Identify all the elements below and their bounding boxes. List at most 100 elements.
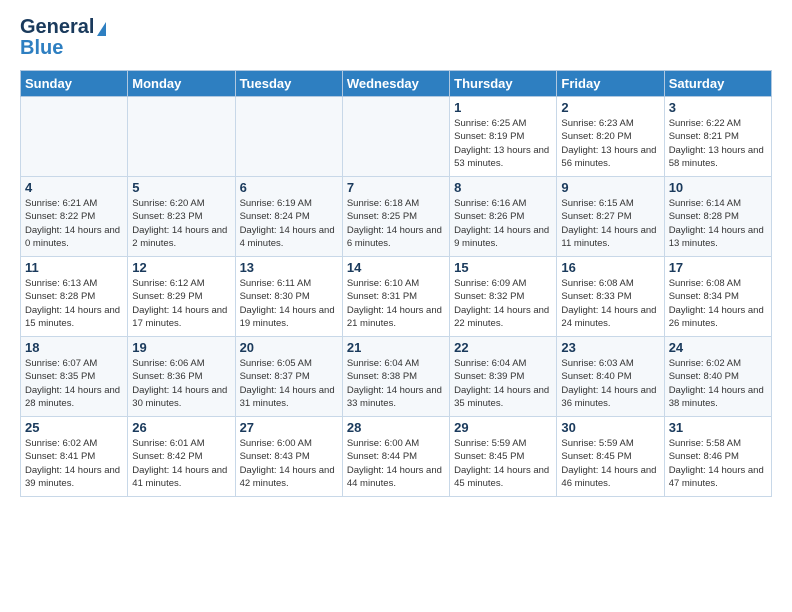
day-info: Sunrise: 6:01 AMSunset: 8:42 PMDaylight:… xyxy=(132,437,230,490)
calendar-cell: 24 Sunrise: 6:02 AMSunset: 8:40 PMDayligh… xyxy=(664,337,771,417)
calendar: SundayMondayTuesdayWednesdayThursdayFrid… xyxy=(20,70,772,497)
day-number: 2 xyxy=(561,100,659,115)
day-number: 9 xyxy=(561,180,659,195)
day-number: 20 xyxy=(240,340,338,355)
calendar-cell: 9 Sunrise: 6:15 AMSunset: 8:27 PMDaylight… xyxy=(557,177,664,257)
day-number: 22 xyxy=(454,340,552,355)
calendar-cell: 15 Sunrise: 6:09 AMSunset: 8:32 PMDayligh… xyxy=(450,257,557,337)
day-number: 26 xyxy=(132,420,230,435)
day-info: Sunrise: 6:08 AMSunset: 8:34 PMDaylight:… xyxy=(669,277,767,330)
calendar-cell: 5 Sunrise: 6:20 AMSunset: 8:23 PMDaylight… xyxy=(128,177,235,257)
day-info: Sunrise: 6:21 AMSunset: 8:22 PMDaylight:… xyxy=(25,197,123,250)
day-info: Sunrise: 6:11 AMSunset: 8:30 PMDaylight:… xyxy=(240,277,338,330)
day-number: 5 xyxy=(132,180,230,195)
calendar-week-3: 11 Sunrise: 6:13 AMSunset: 8:28 PMDayligh… xyxy=(21,257,772,337)
calendar-cell: 1 Sunrise: 6:25 AMSunset: 8:19 PMDaylight… xyxy=(450,97,557,177)
day-info: Sunrise: 6:05 AMSunset: 8:37 PMDaylight:… xyxy=(240,357,338,410)
calendar-cell: 30 Sunrise: 5:59 AMSunset: 8:45 PMDayligh… xyxy=(557,417,664,497)
day-number: 7 xyxy=(347,180,445,195)
calendar-cell: 4 Sunrise: 6:21 AMSunset: 8:22 PMDaylight… xyxy=(21,177,128,257)
calendar-cell: 27Sunrise: 6:00 AMSunset: 8:43 PMDayligh… xyxy=(235,417,342,497)
day-info: Sunrise: 6:02 AMSunset: 8:40 PMDaylight:… xyxy=(669,357,767,410)
calendar-cell: 7 Sunrise: 6:18 AMSunset: 8:25 PMDaylight… xyxy=(342,177,449,257)
day-info: Sunrise: 6:04 AMSunset: 8:38 PMDaylight:… xyxy=(347,357,445,410)
calendar-cell: 3Sunrise: 6:22 AMSunset: 8:21 PMDaylight… xyxy=(664,97,771,177)
day-info: Sunrise: 6:14 AMSunset: 8:28 PMDaylight:… xyxy=(669,197,767,250)
day-number: 11 xyxy=(25,260,123,275)
calendar-cell: 31Sunrise: 5:58 AMSunset: 8:46 PMDayligh… xyxy=(664,417,771,497)
day-info: Sunrise: 6:18 AMSunset: 8:25 PMDaylight:… xyxy=(347,197,445,250)
calendar-cell xyxy=(342,97,449,177)
day-number: 13 xyxy=(240,260,338,275)
calendar-cell: 25Sunrise: 6:02 AMSunset: 8:41 PMDayligh… xyxy=(21,417,128,497)
calendar-cell: 16 Sunrise: 6:08 AMSunset: 8:33 PMDayligh… xyxy=(557,257,664,337)
day-info: Sunrise: 6:23 AMSunset: 8:20 PMDaylight:… xyxy=(561,117,659,170)
calendar-header-row: SundayMondayTuesdayWednesdayThursdayFrid… xyxy=(21,71,772,97)
day-info: Sunrise: 6:10 AMSunset: 8:31 PMDaylight:… xyxy=(347,277,445,330)
weekday-header-wednesday: Wednesday xyxy=(342,71,449,97)
day-info: Sunrise: 6:25 AMSunset: 8:19 PMDaylight:… xyxy=(454,117,552,170)
day-info: Sunrise: 6:04 AMSunset: 8:39 PMDaylight:… xyxy=(454,357,552,410)
day-number: 4 xyxy=(25,180,123,195)
calendar-cell xyxy=(235,97,342,177)
day-info: Sunrise: 6:13 AMSunset: 8:28 PMDaylight:… xyxy=(25,277,123,330)
logo-text: General xyxy=(20,16,106,39)
day-info: Sunrise: 6:03 AMSunset: 8:40 PMDaylight:… xyxy=(561,357,659,410)
header: General Blue xyxy=(20,16,772,60)
day-number: 19 xyxy=(132,340,230,355)
calendar-cell: 13 Sunrise: 6:11 AMSunset: 8:30 PMDayligh… xyxy=(235,257,342,337)
calendar-week-4: 18Sunrise: 6:07 AMSunset: 8:35 PMDayligh… xyxy=(21,337,772,417)
day-number: 21 xyxy=(347,340,445,355)
day-info: Sunrise: 5:59 AMSunset: 8:45 PMDaylight:… xyxy=(454,437,552,490)
day-number: 27 xyxy=(240,420,338,435)
weekday-header-sunday: Sunday xyxy=(21,71,128,97)
logo-blue: Blue xyxy=(20,37,63,60)
day-info: Sunrise: 6:00 AMSunset: 8:44 PMDaylight:… xyxy=(347,437,445,490)
day-number: 30 xyxy=(561,420,659,435)
calendar-week-1: 1 Sunrise: 6:25 AMSunset: 8:19 PMDaylight… xyxy=(21,97,772,177)
day-number: 8 xyxy=(454,180,552,195)
day-number: 29 xyxy=(454,420,552,435)
day-info: Sunrise: 6:12 AMSunset: 8:29 PMDaylight:… xyxy=(132,277,230,330)
weekday-header-monday: Monday xyxy=(128,71,235,97)
logo-triangle-icon xyxy=(97,22,106,36)
day-number: 15 xyxy=(454,260,552,275)
day-number: 6 xyxy=(240,180,338,195)
day-info: Sunrise: 6:15 AMSunset: 8:27 PMDaylight:… xyxy=(561,197,659,250)
day-info: Sunrise: 5:59 AMSunset: 8:45 PMDaylight:… xyxy=(561,437,659,490)
day-info: Sunrise: 6:08 AMSunset: 8:33 PMDaylight:… xyxy=(561,277,659,330)
day-number: 10 xyxy=(669,180,767,195)
calendar-cell: 19 Sunrise: 6:06 AMSunset: 8:36 PMDayligh… xyxy=(128,337,235,417)
day-info: Sunrise: 6:20 AMSunset: 8:23 PMDaylight:… xyxy=(132,197,230,250)
calendar-cell: 2 Sunrise: 6:23 AMSunset: 8:20 PMDaylight… xyxy=(557,97,664,177)
day-info: Sunrise: 6:19 AMSunset: 8:24 PMDaylight:… xyxy=(240,197,338,250)
day-info: Sunrise: 6:07 AMSunset: 8:35 PMDaylight:… xyxy=(25,357,123,410)
day-info: Sunrise: 6:09 AMSunset: 8:32 PMDaylight:… xyxy=(454,277,552,330)
calendar-week-2: 4 Sunrise: 6:21 AMSunset: 8:22 PMDaylight… xyxy=(21,177,772,257)
calendar-cell: 10 Sunrise: 6:14 AMSunset: 8:28 PMDayligh… xyxy=(664,177,771,257)
weekday-header-tuesday: Tuesday xyxy=(235,71,342,97)
day-number: 1 xyxy=(454,100,552,115)
calendar-cell xyxy=(21,97,128,177)
calendar-cell: 14 Sunrise: 6:10 AMSunset: 8:31 PMDayligh… xyxy=(342,257,449,337)
day-number: 23 xyxy=(561,340,659,355)
calendar-cell: 29 Sunrise: 5:59 AMSunset: 8:45 PMDayligh… xyxy=(450,417,557,497)
calendar-cell xyxy=(128,97,235,177)
weekday-header-saturday: Saturday xyxy=(664,71,771,97)
weekday-header-friday: Friday xyxy=(557,71,664,97)
calendar-cell: 17Sunrise: 6:08 AMSunset: 8:34 PMDayligh… xyxy=(664,257,771,337)
day-number: 25 xyxy=(25,420,123,435)
calendar-cell: 8 Sunrise: 6:16 AMSunset: 8:26 PMDaylight… xyxy=(450,177,557,257)
day-number: 12 xyxy=(132,260,230,275)
day-info: Sunrise: 6:22 AMSunset: 8:21 PMDaylight:… xyxy=(669,117,767,170)
day-number: 14 xyxy=(347,260,445,275)
day-info: Sunrise: 6:06 AMSunset: 8:36 PMDaylight:… xyxy=(132,357,230,410)
calendar-cell: 18Sunrise: 6:07 AMSunset: 8:35 PMDayligh… xyxy=(21,337,128,417)
day-number: 24 xyxy=(669,340,767,355)
calendar-cell: 6 Sunrise: 6:19 AMSunset: 8:24 PMDaylight… xyxy=(235,177,342,257)
day-number: 28 xyxy=(347,420,445,435)
calendar-cell: 21 Sunrise: 6:04 AMSunset: 8:38 PMDayligh… xyxy=(342,337,449,417)
day-number: 16 xyxy=(561,260,659,275)
day-info: Sunrise: 6:16 AMSunset: 8:26 PMDaylight:… xyxy=(454,197,552,250)
calendar-week-5: 25Sunrise: 6:02 AMSunset: 8:41 PMDayligh… xyxy=(21,417,772,497)
